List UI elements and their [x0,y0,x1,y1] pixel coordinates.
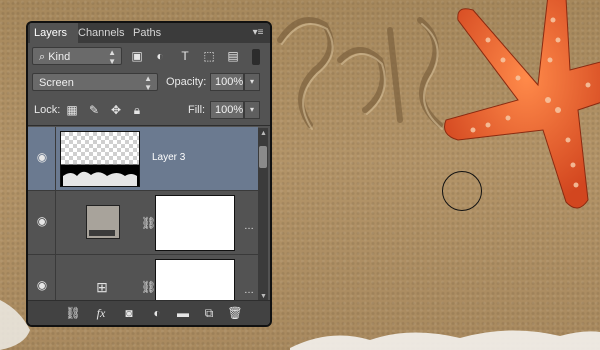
fill-label: Fill: [188,104,206,116]
chevron-updown-icon: ▲ ▼ [108,48,116,66]
layer-mask-thumbnail[interactable] [155,195,235,251]
blend-row: Screen ▲ ▼ Opacity: 100% ▾ [28,73,270,93]
brush-cursor [442,171,482,211]
lock-row: Lock: ▦ ✎ ✥ 🔒︎ Fill: 100% ▾ [28,101,270,121]
filter-toggle[interactable] [252,49,260,65]
eye-icon[interactable]: ◉ [35,215,49,227]
sea-foam-illustration [290,330,600,350]
new-group-icon[interactable]: ▬ [174,304,192,322]
panel-tabbar: Layers Channels Paths ▾≡ [28,23,270,43]
tab-layers[interactable]: Layers [30,23,78,43]
shape-filter-icon[interactable]: ⬚ [201,48,217,64]
lock-transparent-icon[interactable]: ▦ [64,102,80,118]
chevron-updown-icon: ▲ ▼ [144,74,152,92]
eye-icon[interactable]: ◉ [35,151,49,163]
more-icon: … [244,285,254,296]
lock-all-icon[interactable]: 🔒︎ [129,102,145,118]
filter-row: ⌕ Kind ▲ ▼ ▣ ◐ T ⬚ ▤ [28,47,270,67]
fill-adjustment-icon [89,230,115,236]
scroll-up-icon[interactable]: ▲ [260,130,267,137]
curves-adjustment-icon[interactable]: ⊞ [92,277,112,297]
lock-label: Lock: [34,104,61,116]
image-filter-icon[interactable]: ▣ [129,48,145,64]
link-icon[interactable]: ⛓ [141,215,156,231]
link-icon[interactable]: ⛓ [141,279,156,295]
eye-icon[interactable]: ◉ [35,279,49,291]
layers-panel: Layers Channels Paths ▾≡ ⌕ Kind ▲ ▼ ▣ ◐ T… [26,21,272,327]
layer-name: Layer 3 [152,152,186,163]
lock-image-icon[interactable]: ✎ [86,102,102,118]
scroll-thumb[interactable] [259,146,267,168]
foam-thumbnail-illustration [63,171,137,186]
panel-menu-icon[interactable]: ▾≡ [250,27,266,39]
search-icon: ⌕ [39,51,49,63]
visibility-column: ◉ [28,127,56,190]
tab-paths[interactable]: Paths [129,23,165,43]
layers-bottom-toolbar: ⛓ fx ◙ ◐ ▬ ⧉ 🗑︎ [28,300,270,325]
new-layer-icon[interactable]: ⧉ [200,304,218,322]
fx-icon[interactable]: fx [92,304,110,322]
opacity-label: Opacity: [166,76,207,88]
layer-row[interactable]: ◉ Layer 3 [28,127,258,191]
opacity-dropdown-button[interactable]: ▾ [244,73,260,91]
lock-position-icon[interactable]: ✥ [108,102,124,118]
fill-input[interactable]: 100% [210,101,244,119]
link-layers-icon[interactable]: ⛓ [64,304,82,322]
scroll-down-icon[interactable]: ▼ [260,293,267,300]
filter-kind-select[interactable]: ⌕ Kind ▲ ▼ [32,47,122,66]
opacity-input[interactable]: 100% [210,73,244,91]
layers-scrollbar[interactable]: ▲ ▼ [258,128,268,302]
filter-kind-label: Kind [48,51,71,63]
layer-row[interactable]: ◉ ⛓ … [28,191,258,255]
add-mask-icon[interactable]: ◙ [120,304,138,322]
tab-channels[interactable]: Channels [74,23,128,43]
panel-divider [28,125,270,126]
blend-mode-value: Screen [39,77,74,89]
more-icon: … [244,221,254,232]
delete-layer-icon[interactable]: 🗑︎ [226,304,244,322]
layer-thumbnail[interactable] [60,131,140,187]
smart-object-filter-icon[interactable]: ▤ [225,48,241,64]
new-adjustment-icon[interactable]: ◐ [148,304,166,322]
adjustment-filter-icon[interactable]: ◐ [152,48,168,64]
type-filter-icon[interactable]: T [177,48,193,64]
fill-dropdown-button[interactable]: ▾ [244,101,260,119]
blend-mode-select[interactable]: Screen ▲ ▼ [32,73,158,92]
solid-color-fill-thumbnail[interactable] [86,205,120,239]
visibility-column: ◉ [28,191,56,254]
